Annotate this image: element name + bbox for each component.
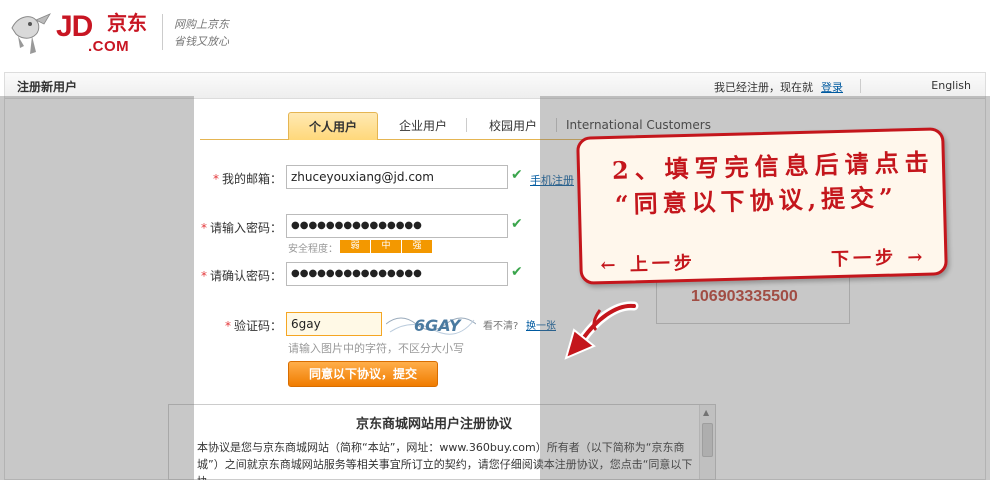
slogan-line-1: 网购上京东 — [174, 18, 229, 31]
slogan-line-2: 省钱又放心 — [174, 35, 229, 48]
pointer-arrow-icon — [564, 301, 639, 360]
dim-overlay-left — [0, 96, 194, 480]
confirm-valid-check-icon: ✔ — [511, 264, 523, 280]
email-label-text: 我的邮箱： — [221, 172, 282, 186]
email-valid-check-icon: ✔ — [511, 167, 523, 183]
captcha-image-text: 6GAY — [414, 316, 462, 335]
tab-enterprise[interactable]: 企业用户 — [386, 112, 460, 140]
login-hint-text: 我已经注册，现在就 — [714, 81, 813, 94]
password-valid-check-icon: ✔ — [511, 216, 523, 232]
captcha-label-text: 验证码： — [233, 319, 282, 333]
agree-submit-button[interactable]: 同意以下协议，提交 — [288, 361, 438, 387]
logo-divider — [162, 14, 163, 50]
strength-medium: 中 — [371, 240, 401, 253]
site-header: JD 京东 .COM 网购上京东 省钱又放心 — [0, 0, 990, 72]
confirm-password-field[interactable]: ●●●●●●●●●●●●●●● — [286, 262, 508, 286]
captcha-image[interactable]: 6GAY — [386, 310, 476, 338]
header-separator — [860, 79, 861, 93]
jd-dog-logo-icon — [11, 13, 51, 54]
password-strength-label: 安全程度： — [288, 244, 338, 255]
page-title: 注册新用户 — [17, 80, 78, 94]
strength-weak: 弱 — [340, 240, 370, 253]
tab-campus[interactable]: 校园用户 — [476, 112, 550, 140]
tab-separator — [466, 118, 467, 132]
login-link[interactable]: 登录 — [821, 79, 843, 95]
captcha-note: 请输入图片中的字符，不区分大小写 — [288, 342, 464, 355]
email-field[interactable]: zhuceyouxiang@jd.com — [286, 165, 508, 189]
captcha-unclear-hint: 看不清? — [483, 321, 519, 332]
slogan: 网购上京东 省钱又放心 — [174, 16, 229, 50]
english-link[interactable]: English — [931, 79, 971, 92]
callout-next-step[interactable]: 下一步 → — [831, 243, 927, 271]
callout-prev-step[interactable]: ← 上一步 — [600, 249, 696, 277]
callout-line-2: “同意以下协议,提交” — [614, 182, 899, 219]
login-hint: 我已经注册，现在就 — [714, 79, 813, 95]
captcha-input[interactable]: 6gay — [286, 312, 382, 336]
tab-personal[interactable]: 个人用户 — [288, 112, 378, 140]
instruction-callout: 2、填写完信息后请点击 “同意以下协议,提交” ← 上一步 下一步 → — [576, 127, 948, 285]
logo-jd-text[interactable]: JD — [56, 12, 93, 42]
confirm-label-text: 请确认密码： — [209, 269, 282, 283]
strength-strong: 强 — [402, 240, 432, 253]
password-label-text: 请输入密码： — [209, 221, 282, 235]
password-field[interactable]: ●●●●●●●●●●●●●●● — [286, 214, 508, 238]
logo-com-text[interactable]: .COM — [88, 38, 129, 55]
logo-cn-text[interactable]: 京东 — [107, 12, 147, 34]
